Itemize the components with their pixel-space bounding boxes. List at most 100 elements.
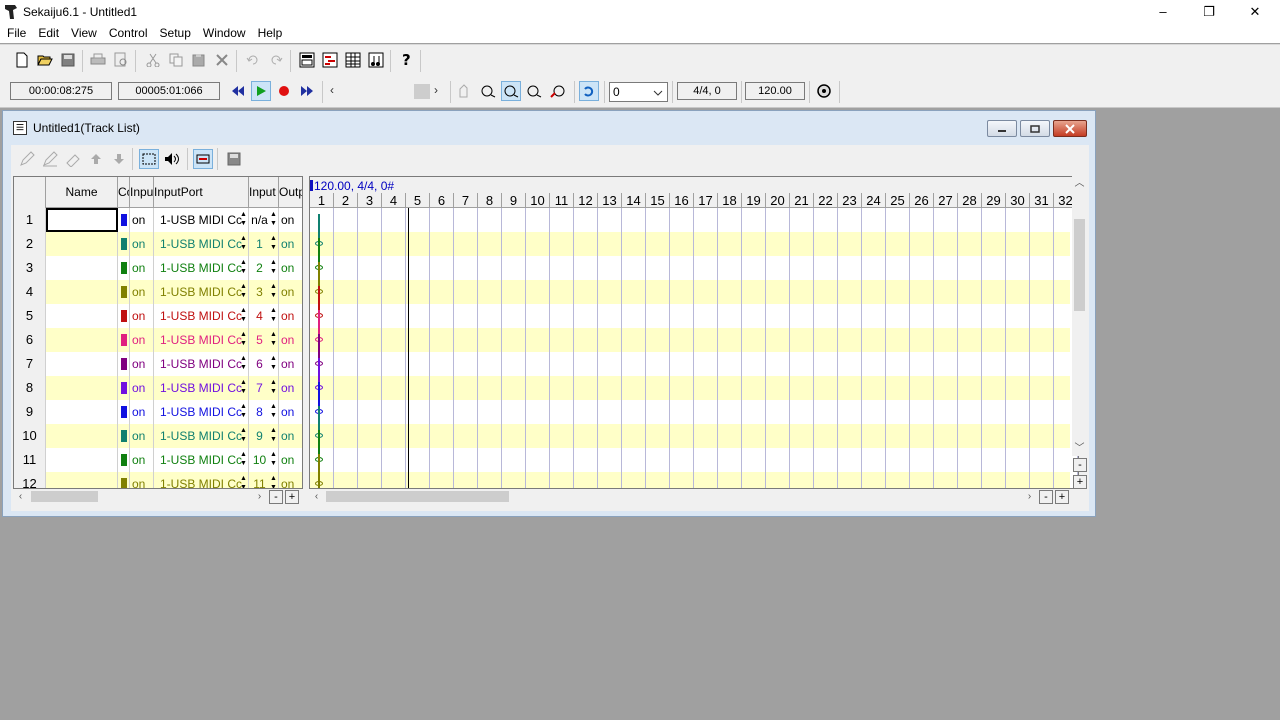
- track-input-port-cell[interactable]: 1-USB MIDI Cc ▲ ▼: [154, 328, 249, 352]
- ruler-measure-number[interactable]: 13: [598, 193, 622, 208]
- vertical-zoom-out-button[interactable]: -: [1073, 458, 1087, 472]
- track-input-channel-cell[interactable]: 9 ▲ ▼: [249, 424, 279, 448]
- track-output-cell[interactable]: on: [279, 280, 302, 304]
- spin-arrows-icon[interactable]: ▲ ▼: [240, 330, 247, 350]
- ruler-measure-number[interactable]: 15: [646, 193, 670, 208]
- track-input-cell[interactable]: on: [130, 352, 154, 376]
- track-input-port-cell[interactable]: 1-USB MIDI Cc ▲ ▼: [154, 280, 249, 304]
- track-number[interactable]: 9: [14, 400, 46, 424]
- spin-arrows-icon[interactable]: ▲ ▼: [240, 234, 247, 254]
- speaker-tool-button[interactable]: [162, 149, 182, 169]
- spin-arrows-icon[interactable]: ▲ ▼: [270, 210, 277, 230]
- auto-repeat-off-button[interactable]: [455, 81, 475, 101]
- track-input-port-cell[interactable]: 1-USB MIDI Cc ▲ ▼: [154, 208, 249, 232]
- track-name-cell[interactable]: [46, 304, 118, 328]
- spin-arrows-icon[interactable]: ▲ ▼: [240, 354, 247, 374]
- track-time-row[interactable]: [310, 424, 1070, 448]
- track-input-cell[interactable]: on: [130, 424, 154, 448]
- track-view-hscroll[interactable]: ‹ ›: [309, 489, 1039, 504]
- ruler-measure-number[interactable]: 27: [934, 193, 958, 208]
- select-tool-button[interactable]: [139, 149, 159, 169]
- child-close-button[interactable]: [1053, 120, 1087, 137]
- track-input-channel-cell[interactable]: 2 ▲ ▼: [249, 256, 279, 280]
- track-name-cell[interactable]: [46, 400, 118, 424]
- slider-right-arrow-icon[interactable]: ›: [434, 83, 438, 97]
- track-input-cell[interactable]: on: [130, 400, 154, 424]
- track-number[interactable]: 5: [14, 304, 46, 328]
- track-output-cell[interactable]: on: [279, 304, 302, 328]
- output-device-button[interactable]: [501, 81, 521, 101]
- header-output[interactable]: Outp: [279, 177, 302, 208]
- track-input-cell[interactable]: on: [130, 280, 154, 304]
- paste-button[interactable]: [189, 50, 209, 70]
- line-tool-button[interactable]: [40, 149, 60, 169]
- ruler-measure-number[interactable]: 11: [550, 193, 574, 208]
- spin-arrows-icon[interactable]: ▲ ▼: [270, 378, 277, 398]
- open-file-button[interactable]: [35, 50, 55, 70]
- spin-arrows-icon[interactable]: ▲ ▼: [270, 258, 277, 278]
- track-view-hscroll-thumb[interactable]: [326, 491, 509, 502]
- track-color-cell[interactable]: [118, 304, 130, 328]
- track-output-cell[interactable]: on: [279, 352, 302, 376]
- vertical-zoom-in-button[interactable]: +: [1073, 475, 1087, 489]
- ruler-measure-number[interactable]: 6: [430, 193, 454, 208]
- record-button[interactable]: [274, 81, 294, 101]
- track-input-cell[interactable]: on: [130, 256, 154, 280]
- spin-arrows-icon[interactable]: ▲ ▼: [240, 258, 247, 278]
- menu-setup[interactable]: Setup: [154, 23, 197, 43]
- track-input-port-cell[interactable]: 1-USB MIDI Cc ▲ ▼: [154, 472, 249, 488]
- track-output-cell[interactable]: on: [279, 208, 302, 232]
- ruler-measure-number[interactable]: 24: [862, 193, 886, 208]
- track-time-row[interactable]: [310, 448, 1070, 472]
- track-number[interactable]: 1: [14, 208, 46, 232]
- table-row[interactable]: 8 on 1-USB MIDI Cc ▲ ▼ 7 ▲ ▼ on: [14, 376, 302, 400]
- track-time-row[interactable]: [310, 376, 1070, 400]
- track-time-row[interactable]: [310, 352, 1070, 376]
- track-input-channel-cell[interactable]: n/a ▲ ▼: [249, 208, 279, 232]
- help-button[interactable]: ?: [397, 50, 417, 70]
- menu-help[interactable]: Help: [252, 23, 289, 43]
- track-input-cell[interactable]: on: [130, 472, 154, 488]
- track-input-port-cell[interactable]: 1-USB MIDI Cc ▲ ▼: [154, 376, 249, 400]
- ruler-measure-number[interactable]: 9: [502, 193, 526, 208]
- header-input[interactable]: Inpu: [130, 177, 154, 208]
- table-row[interactable]: 6 on 1-USB MIDI Cc ▲ ▼ 5 ▲ ▼ on: [14, 328, 302, 352]
- track-number[interactable]: 4: [14, 280, 46, 304]
- copy-button[interactable]: [166, 50, 186, 70]
- spin-arrows-icon[interactable]: ▲ ▼: [240, 378, 247, 398]
- track-input-cell[interactable]: on: [130, 208, 154, 232]
- track-color-cell[interactable]: [118, 400, 130, 424]
- track-input-channel-cell[interactable]: 3 ▲ ▼: [249, 280, 279, 304]
- track-input-cell[interactable]: on: [130, 328, 154, 352]
- ruler-measure-number[interactable]: 26: [910, 193, 934, 208]
- musical-score-view-button[interactable]: [366, 50, 386, 70]
- header-input-port[interactable]: InputPort: [154, 177, 249, 208]
- track-output-cell[interactable]: on: [279, 328, 302, 352]
- track-name-cell[interactable]: [46, 352, 118, 376]
- track-time-row[interactable]: [310, 304, 1070, 328]
- ruler-measure-number[interactable]: 4: [382, 193, 406, 208]
- time-ruler[interactable]: 120.00, 4/4, 0# 1 2 3 4 5 6 7 8 9 10 11 12 13 14 15 16 1…: [310, 177, 1078, 208]
- track-input-channel-cell[interactable]: 5 ▲ ▼: [249, 328, 279, 352]
- spin-arrows-icon[interactable]: ▲ ▼: [270, 474, 277, 488]
- ruler-measure-number[interactable]: 2: [334, 193, 358, 208]
- ruler-measure-number[interactable]: 3: [358, 193, 382, 208]
- spin-arrows-icon[interactable]: ▲ ▼: [270, 282, 277, 302]
- scroll-right-icon[interactable]: ›: [1022, 489, 1037, 504]
- track-output-cell[interactable]: on: [279, 472, 302, 488]
- redo-button[interactable]: [266, 50, 286, 70]
- save-button[interactable]: [58, 50, 78, 70]
- delete-button[interactable]: [212, 50, 232, 70]
- stop-record-button[interactable]: [548, 81, 568, 101]
- track-input-channel-cell[interactable]: 7 ▲ ▼: [249, 376, 279, 400]
- ruler-measure-number[interactable]: 22: [814, 193, 838, 208]
- undo-button[interactable]: [243, 50, 263, 70]
- track-time-row[interactable]: [310, 232, 1070, 256]
- metronome-button[interactable]: [814, 81, 834, 101]
- horizontal-zoom-out-button[interactable]: -: [1039, 490, 1053, 504]
- grid-zoom-out-button[interactable]: -: [269, 490, 283, 504]
- spin-arrows-icon[interactable]: ▲ ▼: [240, 210, 247, 230]
- position-slider[interactable]: ‹ ›: [328, 83, 446, 100]
- track-color-cell[interactable]: [118, 208, 130, 232]
- move-down-button[interactable]: [109, 149, 129, 169]
